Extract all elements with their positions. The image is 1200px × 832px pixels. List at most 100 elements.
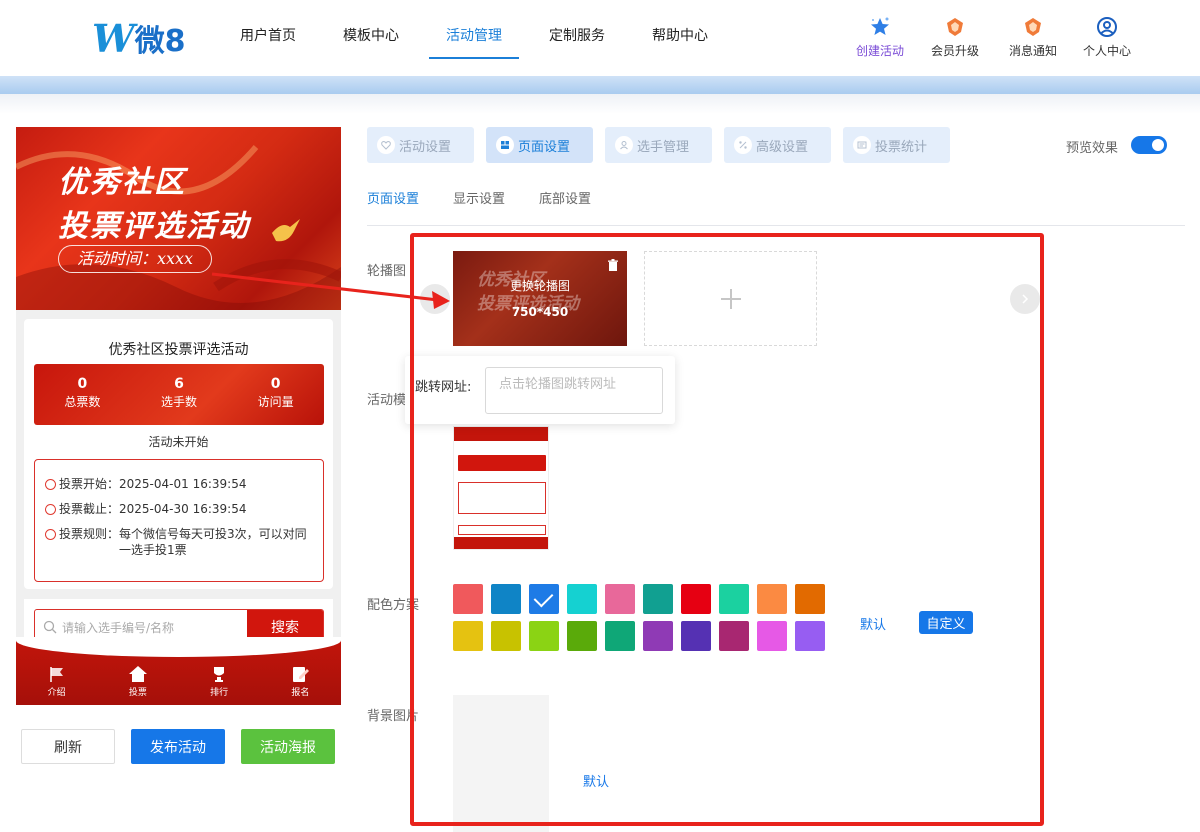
vote-info-box: 投票开始： 2025-04-01 16:39:54 投票截止： 2025-04-…: [34, 459, 324, 582]
template-thumb-search: [458, 525, 546, 535]
carousel-next-button[interactable]: [1010, 284, 1040, 314]
sub-tabs: 页面设置 显示设置 底部设置: [367, 190, 1185, 226]
search-placeholder: 请输入选手编号/名称: [62, 620, 175, 635]
percent-icon: [734, 136, 752, 154]
color-default-button[interactable]: 默认: [860, 614, 886, 633]
flag-icon: [47, 665, 67, 683]
carousel-size-label: 750*450: [511, 305, 569, 319]
create-activity-button[interactable]: 创建活动: [850, 16, 910, 59]
tab-intro[interactable]: 介绍: [16, 665, 97, 698]
color-custom-button[interactable]: 自定义: [919, 611, 973, 634]
color-swatch[interactable]: [681, 621, 711, 651]
color-swatch[interactable]: [529, 584, 559, 614]
activity-poster-button[interactable]: 活动海报: [241, 729, 335, 764]
nav-home[interactable]: 用户首页: [240, 0, 296, 60]
tab-label: 介绍: [47, 688, 66, 698]
color-swatch[interactable]: [643, 621, 673, 651]
color-swatch[interactable]: [643, 584, 673, 614]
tab-advanced-settings[interactable]: 高级设置: [724, 127, 831, 163]
subtab-display-settings[interactable]: 显示设置: [453, 190, 505, 226]
stat-label: 总票数: [64, 395, 101, 409]
color-scheme-label: 配色方案: [367, 598, 420, 613]
banner-title-line2: 投票评选活动: [58, 209, 250, 244]
color-swatch[interactable]: [567, 621, 597, 651]
stat-visits: 0 访问量: [227, 364, 324, 425]
tab-candidate-management[interactable]: 选手管理: [605, 127, 712, 163]
template-thumbnail[interactable]: [453, 426, 549, 550]
info-value: 每个微信号每天可投3次，可以对同一选手投1票: [119, 527, 307, 557]
color-swatch[interactable]: [605, 584, 635, 614]
star-icon: [869, 16, 891, 38]
color-swatch[interactable]: [491, 584, 521, 614]
nav-templates[interactable]: 模板中心: [343, 0, 399, 60]
background-image-label: 背景图片: [367, 709, 420, 724]
notifications-button[interactable]: 消息通知: [1003, 16, 1063, 59]
info-key: 投票规则：: [45, 526, 119, 558]
tab-vote-statistics[interactable]: 投票统计: [843, 127, 950, 163]
jump-url-input[interactable]: 点击轮播图跳转网址: [485, 367, 663, 414]
stat-label: 访问量: [257, 395, 294, 409]
tab-vote[interactable]: 投票: [97, 665, 178, 698]
background-image-preview[interactable]: [453, 695, 549, 832]
tab-label: 投票统计: [875, 139, 928, 155]
template-thumb-stats: [458, 455, 546, 471]
tab-activity-settings[interactable]: 活动设置: [367, 127, 474, 163]
tabbar-wave: [16, 637, 341, 657]
color-swatch[interactable]: [567, 584, 597, 614]
personal-center-button[interactable]: 个人中心: [1077, 16, 1137, 59]
logo-text: 微8: [134, 24, 186, 59]
settings-tabs: 活动设置 页面设置 选手管理 高级设置 投票统计: [367, 127, 950, 163]
color-swatch[interactable]: [681, 584, 711, 614]
search-icon: [43, 620, 57, 634]
nav-activity-management[interactable]: 活动管理: [446, 0, 502, 60]
activity-info-card: 优秀社区投票评选活动 0 总票数 6 选手数 0 访问量 活动未开始 投票开始：…: [24, 319, 333, 589]
color-swatch[interactable]: [757, 621, 787, 651]
info-value: 2025-04-30 16:39:54: [119, 502, 247, 516]
nav-help-center[interactable]: 帮助中心: [652, 0, 708, 60]
publish-activity-button[interactable]: 发布活动: [131, 729, 225, 764]
member-upgrade-label: 会员升级: [930, 44, 979, 58]
tab-ranking[interactable]: 排行: [179, 665, 260, 698]
jump-url-popover: 跳转网址: 点击轮播图跳转网址: [405, 356, 675, 424]
info-row: 投票截止： 2025-04-30 16:39:54: [45, 501, 315, 517]
color-swatch[interactable]: [529, 621, 559, 651]
home-icon: [128, 665, 148, 683]
tab-page-settings[interactable]: 页面设置: [486, 127, 593, 163]
trophy-icon: [209, 665, 229, 683]
preview-effect-label: 预览效果: [1066, 141, 1119, 156]
color-swatch[interactable]: [719, 584, 749, 614]
subtab-footer-settings[interactable]: 底部设置: [539, 190, 591, 226]
notifications-label: 消息通知: [1008, 44, 1057, 58]
color-swatch[interactable]: [605, 621, 635, 651]
layout-icon: [496, 136, 514, 154]
activity-title: 优秀社区投票评选活动: [108, 342, 249, 358]
stat-value: 0: [77, 376, 88, 392]
color-swatch[interactable]: [491, 621, 521, 651]
phone-preview: 优秀社区 投票评选活动 活动时间：xxxx 优秀社区投票评选活动 0 总票数 6…: [16, 127, 341, 705]
preview-actions: 刷新 发布活动 活动海报: [21, 729, 335, 764]
background-default-button[interactable]: 默认: [583, 771, 609, 790]
color-swatch[interactable]: [719, 621, 749, 651]
color-swatch[interactable]: [795, 621, 825, 651]
tab-label: 活动设置: [399, 139, 452, 155]
refresh-button[interactable]: 刷新: [21, 729, 115, 764]
nav-custom-service[interactable]: 定制服务: [549, 0, 605, 60]
color-swatch[interactable]: [453, 584, 483, 614]
color-swatch[interactable]: [757, 584, 787, 614]
preview-effect-toggle[interactable]: [1131, 136, 1167, 154]
carousel-prev-button[interactable]: [420, 284, 450, 314]
tab-label: 选手管理: [637, 139, 690, 155]
color-swatch[interactable]: [795, 584, 825, 614]
tab-signup[interactable]: 报名: [260, 665, 341, 698]
trash-icon[interactable]: [607, 259, 619, 272]
tabbar-items: 介绍 投票 排行 报名: [16, 665, 341, 698]
color-swatch[interactable]: [453, 621, 483, 651]
logo[interactable]: W 微8: [92, 16, 188, 61]
carousel-image[interactable]: 优秀社区 投票评选活动 更换轮播图 750*450: [453, 251, 627, 346]
subtab-page-settings[interactable]: 页面设置: [367, 190, 419, 226]
stat-value: 0: [270, 376, 281, 392]
add-carousel-button[interactable]: [644, 251, 817, 346]
member-upgrade-button[interactable]: 会员升级: [925, 16, 985, 59]
info-key: 投票截止：: [45, 501, 119, 517]
preview-banner: 优秀社区 投票评选活动 活动时间：xxxx: [16, 127, 341, 310]
